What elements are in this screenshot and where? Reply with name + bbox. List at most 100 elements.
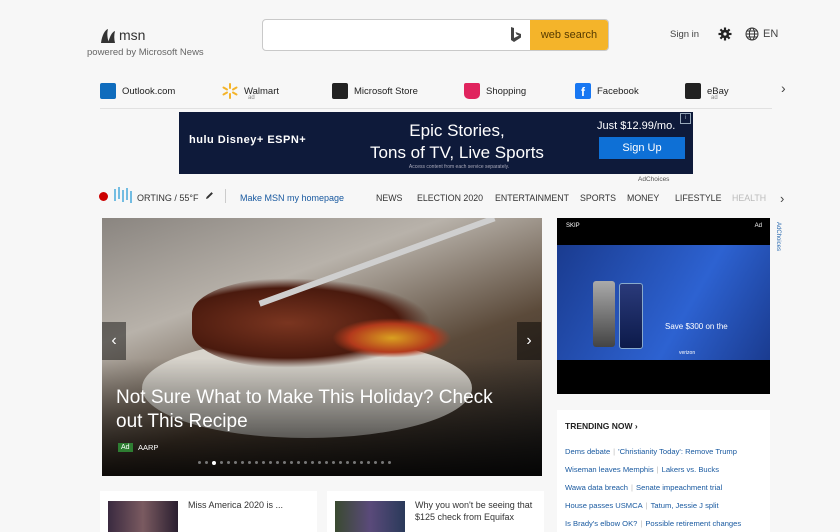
carousel-dot[interactable] — [255, 461, 258, 464]
adchoices-link[interactable]: AdChoices — [638, 176, 669, 183]
carousel-dot[interactable] — [205, 461, 208, 464]
trending-link[interactable]: Wiseman leaves Memphis — [565, 465, 654, 474]
language-selector[interactable]: EN — [763, 28, 778, 40]
carousel-dot[interactable] — [262, 461, 265, 464]
trending-link[interactable]: House passes USMCA — [565, 501, 643, 510]
video-ad-brand: verizon — [679, 350, 696, 356]
trending-link[interactable]: Tatum, Jessie J split — [651, 501, 719, 510]
carousel-prev-button[interactable]: ‹ — [102, 322, 126, 360]
adchoices-icon[interactable]: i — [680, 113, 691, 124]
carousel-dot[interactable] — [360, 461, 363, 464]
alert-icon[interactable] — [99, 192, 108, 201]
sign-in-link[interactable]: Sign in — [670, 29, 699, 40]
quick-link-microsoft-store[interactable]: Microsoft Store — [332, 83, 418, 99]
phone-image — [619, 283, 643, 349]
quick-link-label: Shopping — [486, 85, 527, 97]
trending-link[interactable]: 'Christianity Today': Remove Trump — [618, 447, 737, 456]
shopping-icon — [464, 83, 480, 99]
globe-icon[interactable] — [745, 27, 759, 41]
carousel-dot[interactable] — [220, 461, 223, 464]
video-ad[interactable]: SKIP Ad Save $300 on the verizon — [557, 218, 770, 394]
nav-item-lifestyle[interactable]: LIFESTYLE — [675, 193, 721, 203]
card-title: Why you won't be seeing that $125 check … — [415, 500, 533, 522]
carousel-dot[interactable] — [304, 461, 307, 464]
ad-label: Ad — [754, 223, 762, 229]
gear-icon[interactable] — [718, 27, 732, 41]
carousel-dot[interactable] — [241, 461, 244, 464]
nav-item-money[interactable]: MONEY — [627, 193, 659, 203]
carousel-dot[interactable] — [198, 461, 201, 464]
trending-link[interactable]: Dems debate — [565, 447, 610, 456]
ad-sign-up-button[interactable]: Sign Up — [599, 137, 685, 159]
trending-link[interactable]: Senate impeachment trial — [636, 483, 722, 492]
carousel-dot[interactable] — [311, 461, 314, 464]
search-input[interactable] — [263, 20, 527, 50]
banner-ad[interactable]: hulu Disney+ ESPN+ Epic Stories, Tons of… — [179, 112, 693, 174]
card-title: Miss America 2020 is ... — [188, 500, 284, 510]
carousel-dot[interactable] — [381, 461, 384, 464]
hero-image[interactable] — [102, 218, 542, 476]
carousel-dot[interactable] — [339, 461, 342, 464]
quick-link-facebook[interactable]: f Facebook — [575, 83, 639, 99]
trending-title[interactable]: TRENDING NOW › — [565, 421, 638, 431]
quick-link-outlook[interactable]: Outlook.com — [100, 83, 175, 99]
carousel-dot[interactable] — [248, 461, 251, 464]
carousel-dot[interactable] — [283, 461, 286, 464]
nav-next-arrow[interactable]: › — [780, 191, 784, 206]
trending-panel: TRENDING NOW › Dems debate | 'Christianity… — [557, 410, 770, 532]
quick-link-walmart[interactable]: Walmart ad — [222, 83, 279, 101]
skip-ad-button[interactable]: SKIP — [566, 223, 580, 229]
carousel-dot[interactable] — [227, 461, 230, 464]
divider — [225, 189, 226, 203]
carousel-dot[interactable] — [234, 461, 237, 464]
microsoft-store-icon — [332, 83, 348, 99]
logo-text[interactable]: msn — [119, 27, 145, 43]
nav-item-news[interactable]: NEWS — [376, 193, 402, 203]
carousel-dot[interactable] — [290, 461, 293, 464]
news-card[interactable]: Why you won't be seeing that $125 check … — [327, 491, 544, 532]
web-search-button[interactable]: web search — [530, 20, 608, 50]
nav-item-health[interactable]: HEALTH — [732, 193, 766, 203]
carousel-dot[interactable] — [346, 461, 349, 464]
nav-item-election[interactable]: ELECTION 2020 — [417, 193, 483, 203]
carousel-dot[interactable] — [374, 461, 377, 464]
trending-link[interactable]: Is Brady's elbow OK? — [565, 519, 637, 528]
bing-icon — [511, 27, 521, 42]
carousel-dot[interactable] — [325, 461, 328, 464]
carousel-dot[interactable] — [318, 461, 321, 464]
hero-headline[interactable]: Not Sure What to Make This Holiday? Chec… — [116, 386, 516, 434]
weather-location[interactable]: ORTING / 55°F — [137, 193, 198, 203]
carousel-dot[interactable] — [212, 460, 216, 465]
quick-link-ebay[interactable]: eBay ad — [685, 83, 729, 101]
carousel-dot[interactable] — [388, 461, 391, 464]
nav-item-entertainment[interactable]: ENTERTAINMENT — [495, 193, 569, 203]
video-ad-frame: Save $300 on the verizon — [557, 245, 770, 360]
trending-link[interactable]: Wawa data breach — [565, 483, 628, 492]
make-homepage-link[interactable]: Make MSN my homepage — [240, 193, 344, 203]
ad-fine-print: Access content from each service separat… — [408, 164, 510, 170]
carousel-dot[interactable] — [276, 461, 279, 464]
quick-link-label: Microsoft Store — [354, 85, 418, 97]
adchoices-vertical-link[interactable]: AdChoices — [775, 222, 781, 251]
carousel-dot[interactable] — [269, 461, 272, 464]
quick-links-next-arrow[interactable]: › — [781, 80, 786, 96]
news-card[interactable]: Miss America 2020 is ... — [100, 491, 317, 532]
pencil-icon[interactable] — [205, 191, 214, 200]
carousel-dot[interactable] — [297, 461, 300, 464]
card-thumbnail — [108, 501, 178, 532]
carousel-next-button[interactable]: › — [517, 322, 541, 360]
nav-item-sports[interactable]: SPORTS — [580, 193, 616, 203]
hero-vegetables — [332, 318, 452, 358]
carousel-dot[interactable] — [332, 461, 335, 464]
quick-link-shopping[interactable]: Shopping — [464, 83, 526, 99]
msn-logo-icon[interactable] — [99, 27, 117, 45]
trending-link[interactable]: Possible retirement changes — [645, 519, 741, 528]
trending-link[interactable]: Lakers vs. Bucks — [662, 465, 719, 474]
rain-icon — [114, 187, 132, 203]
outlook-icon — [100, 83, 116, 99]
carousel-dot[interactable] — [353, 461, 356, 464]
ad-badge: Ad — [118, 443, 133, 452]
carousel-dot[interactable] — [367, 461, 370, 464]
hero-source: AARP — [138, 443, 159, 452]
quick-link-label: Facebook — [597, 85, 639, 97]
